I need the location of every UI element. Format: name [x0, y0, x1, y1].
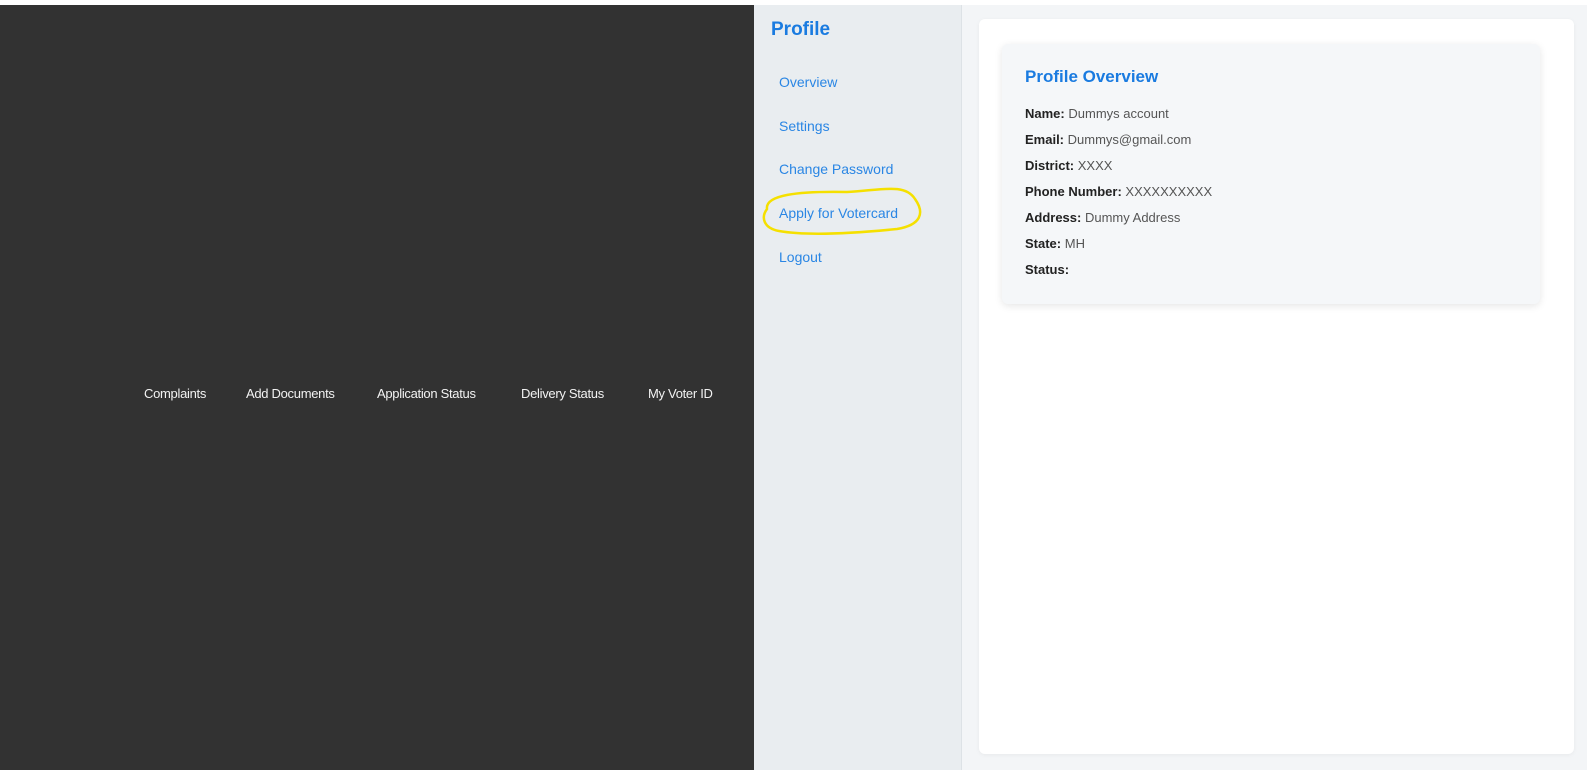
field-label: District: — [1025, 158, 1075, 173]
field-label: State: — [1025, 236, 1062, 251]
nav-link-add-documents[interactable]: Add Documents — [246, 376, 335, 412]
field-label: Phone Number: — [1025, 184, 1122, 199]
content-card: Profile Overview Name: Dummys account Em… — [979, 19, 1574, 754]
overview-title: Profile Overview — [1025, 67, 1159, 86]
nav-link-delivery-status[interactable]: Delivery Status — [521, 376, 604, 412]
field-value: XXXX — [1077, 158, 1113, 173]
field-label: Address: — [1025, 210, 1082, 225]
field-status: Status: — [1025, 262, 1069, 277]
field-label: Name: — [1025, 106, 1065, 121]
profile-sidebar: Profile Overview Settings Change Passwor… — [754, 5, 962, 770]
field-name: Name: Dummys account — [1025, 106, 1169, 121]
field-value: MH — [1064, 236, 1085, 251]
field-district: District: XXXX — [1025, 158, 1112, 173]
field-label: Email: — [1025, 132, 1065, 147]
field-value: Dummys account — [1068, 106, 1169, 121]
top-nav: Complaints Add Documents Application Sta… — [0, 376, 754, 412]
field-state: State: MH — [1025, 236, 1085, 251]
sidebar-item-overview[interactable]: Overview — [779, 74, 837, 90]
field-value: XXXXXXXXXX — [1125, 184, 1213, 199]
sidebar-item-change-password[interactable]: Change Password — [779, 161, 893, 177]
main-content: Profile Overview Name: Dummys account Em… — [962, 5, 1587, 770]
sidebar-item-logout[interactable]: Logout — [779, 249, 822, 265]
field-label: Status: — [1025, 262, 1070, 277]
dark-banner-panel: Complaints Add Documents Application Sta… — [0, 5, 754, 770]
field-address: Address: Dummy Address — [1025, 210, 1180, 225]
sidebar-item-settings[interactable]: Settings — [779, 118, 830, 134]
sidebar-title: Profile — [771, 19, 831, 40]
app-root: Complaints Add Documents Application Sta… — [0, 0, 1587, 770]
field-value: Dummys@gmail.com — [1067, 132, 1192, 147]
nav-link-my-voter-id[interactable]: My Voter ID — [648, 376, 713, 412]
sidebar-item-apply-for-votercard[interactable]: Apply for Votercard — [779, 205, 898, 221]
field-value: Dummy Address — [1084, 210, 1181, 225]
field-phone-number: Phone Number: XXXXXXXXXX — [1025, 184, 1212, 199]
nav-link-complaints[interactable]: Complaints — [144, 376, 206, 412]
profile-overview-card: Profile Overview Name: Dummys account Em… — [1002, 44, 1540, 304]
nav-link-application-status[interactable]: Application Status — [377, 376, 476, 412]
field-email: Email: Dummys@gmail.com — [1025, 132, 1191, 147]
